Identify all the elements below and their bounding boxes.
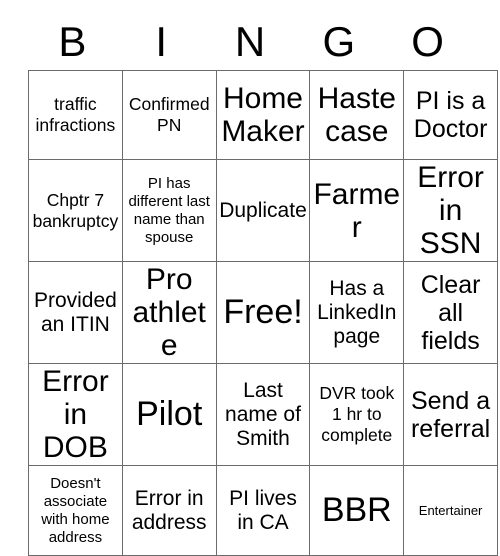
header-letter-o: O <box>411 18 444 65</box>
bingo-cell[interactable]: Home Maker <box>215 70 311 160</box>
bingo-cell[interactable]: Pro athlete <box>121 261 217 364</box>
bingo-cell-text: Has a LinkedIn page <box>317 276 397 348</box>
bingo-row: Error in DOB Pilot Last name of Smith DV… <box>28 363 498 466</box>
bingo-cell-text: PI is a Doctor <box>413 87 488 143</box>
bingo-cell-text: Send a referral <box>410 386 491 443</box>
header-letter-b: B <box>58 18 87 65</box>
bingo-cell[interactable]: PI has different last name than spouse <box>121 159 217 262</box>
bingo-cell-text: DVR took 1 hr to complete <box>319 383 395 445</box>
bingo-cell[interactable]: Farmer <box>309 159 405 262</box>
bingo-cell-text: Clear all fields <box>420 270 481 355</box>
bingo-cell[interactable]: Doesn't associate with home address <box>28 465 123 556</box>
bingo-cell[interactable]: traffic infractions <box>28 70 123 160</box>
bingo-cell-text: Confirmed PN <box>128 94 210 135</box>
bingo-cell[interactable]: DVR took 1 hr to complete <box>309 363 405 466</box>
bingo-cell-text: BBR <box>321 491 392 529</box>
bingo-cell-text: Pilot <box>136 395 203 433</box>
header-letter-n: N <box>234 18 266 65</box>
bingo-cell[interactable]: PI is a Doctor <box>403 70 498 160</box>
bingo-cell-text: Duplicate <box>219 198 307 222</box>
bingo-cell[interactable]: Confirmed PN <box>121 70 217 160</box>
bingo-cell[interactable]: Has a LinkedIn page <box>309 261 405 364</box>
bingo-cell[interactable]: BBR <box>309 465 405 556</box>
bingo-cell-text: Pro athlete <box>132 263 206 362</box>
bingo-cell-text: traffic infractions <box>35 94 116 135</box>
bingo-cell-text: Haste case <box>317 82 396 148</box>
bingo-row: Chptr 7 bankruptcy PI has different last… <box>28 159 498 262</box>
bingo-cell[interactable]: Error in SSN <box>403 159 498 262</box>
bingo-cell[interactable]: Last name of Smith <box>215 363 311 466</box>
bingo-cell-text: Free! <box>223 293 303 331</box>
bingo-card: B I N G O traffic infractions Confirmed … <box>28 14 498 556</box>
header-letter-g: G <box>322 18 356 65</box>
bingo-cell-text: Provided an ITIN <box>33 288 117 336</box>
bingo-header-row: B I N G O <box>28 14 472 70</box>
bingo-cell-text: Error in SSN <box>417 161 484 260</box>
bingo-cell-text: Home Maker <box>221 82 305 148</box>
bingo-grid: traffic infractions Confirmed PN Home Ma… <box>28 70 498 556</box>
bingo-cell[interactable]: Chptr 7 bankruptcy <box>28 159 123 262</box>
bingo-cell-text: Doesn't associate with home address <box>41 474 110 546</box>
header-letter-i: I <box>155 18 168 65</box>
bingo-cell-text: PI has different last name than spouse <box>128 174 210 246</box>
bingo-cell[interactable]: Error in DOB <box>28 363 123 466</box>
bingo-cell[interactable]: Pilot <box>121 363 217 466</box>
bingo-cell[interactable]: Send a referral <box>403 363 498 466</box>
bingo-cell[interactable]: Clear all fields <box>403 261 498 364</box>
bingo-cell[interactable]: Haste case <box>309 70 405 160</box>
bingo-row: Provided an ITIN Pro athlete Free! Has a… <box>28 261 498 364</box>
bingo-cell-text: PI lives in CA <box>229 486 297 534</box>
bingo-cell-text: Farmer <box>313 177 401 244</box>
bingo-row: traffic infractions Confirmed PN Home Ma… <box>28 70 498 160</box>
bingo-cell-free[interactable]: Free! <box>215 261 311 364</box>
bingo-cell[interactable]: Entertainer <box>403 465 498 556</box>
bingo-row: Doesn't associate with home address Erro… <box>28 465 498 556</box>
bingo-cell-text: Entertainer <box>418 502 483 518</box>
bingo-cell-text: Chptr 7 bankruptcy <box>32 189 119 231</box>
bingo-cell[interactable]: Duplicate <box>215 159 311 262</box>
bingo-cell-text: Error in DOB <box>42 365 109 464</box>
bingo-cell[interactable]: PI lives in CA <box>215 465 311 556</box>
bingo-cell-text: Error in address <box>131 486 207 534</box>
bingo-cell-text: Last name of Smith <box>225 378 301 450</box>
bingo-cell[interactable]: Provided an ITIN <box>28 261 123 364</box>
bingo-cell[interactable]: Error in address <box>121 465 217 556</box>
